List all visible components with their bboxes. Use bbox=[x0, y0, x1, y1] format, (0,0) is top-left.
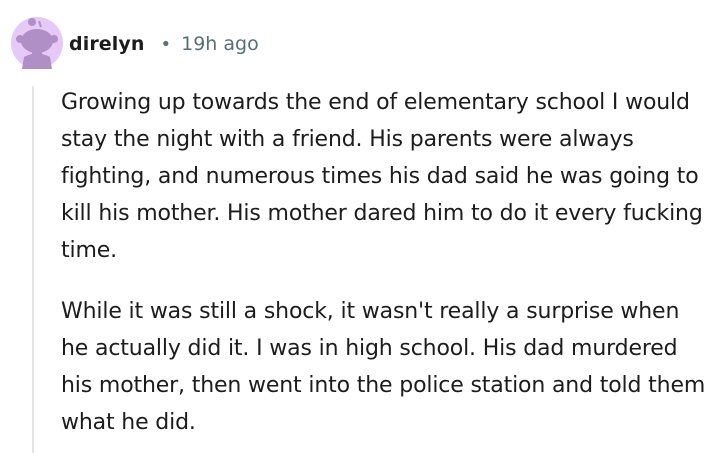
comment-timestamp[interactable]: 19h ago bbox=[181, 33, 259, 55]
comment-header: direlyn • 19h ago bbox=[69, 28, 259, 60]
meta-separator: • bbox=[160, 33, 172, 55]
reddit-snoo-avatar-icon bbox=[11, 17, 63, 69]
user-avatar-icon[interactable] bbox=[10, 12, 64, 70]
comment: direlyn • 19h ago Growing up towards the… bbox=[0, 0, 710, 453]
comment-body: Growing up towards the end of elementary… bbox=[61, 84, 706, 441]
thread-line[interactable] bbox=[32, 86, 34, 453]
comment-paragraph-1: Growing up towards the end of elementary… bbox=[61, 90, 703, 263]
author-username[interactable]: direlyn bbox=[69, 33, 145, 55]
comment-paragraph-2: While it was still a shock, it wasn't re… bbox=[61, 299, 706, 435]
